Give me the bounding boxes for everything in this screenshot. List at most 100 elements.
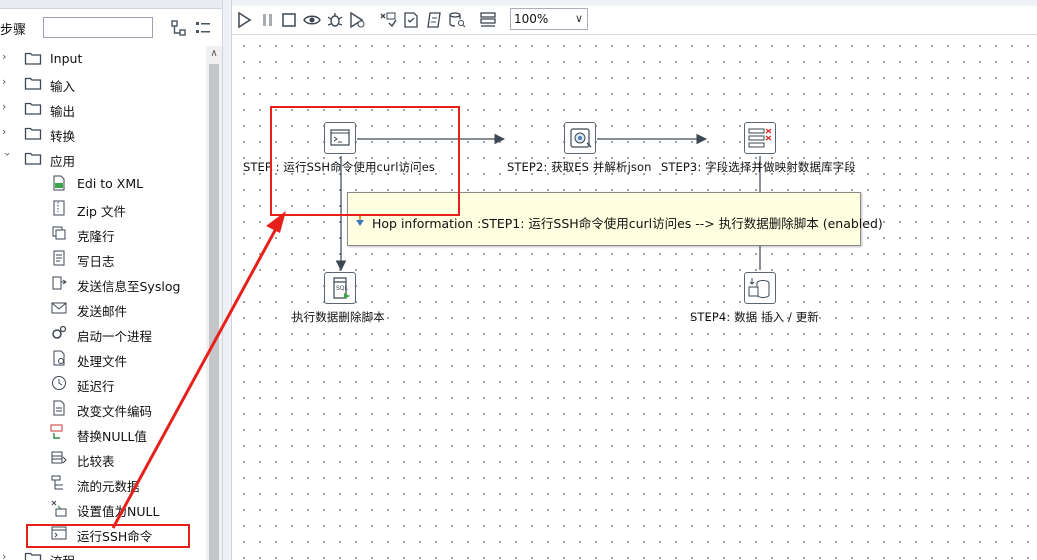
steps-label: 步骤 <box>0 23 27 38</box>
edi-xml-icon <box>50 174 68 192</box>
tree-step-compare-table[interactable]: 比较表 <box>0 447 205 469</box>
chevron-right-icon[interactable]: › <box>2 551 12 560</box>
chevron-right-icon[interactable]: › <box>2 51 12 63</box>
grid-layout-icon[interactable] <box>479 11 497 29</box>
annotation-highlight-box <box>270 106 460 216</box>
tree-label: 克隆行 <box>77 229 115 244</box>
tree-label: 转换 <box>50 129 76 144</box>
tree-step-syslog[interactable]: 发送信息至Syslog <box>0 272 205 294</box>
tree-step-set-null[interactable]: 设置值为NULL <box>0 497 205 519</box>
steps-panel: 步骤 › Input › 输入 › 输出 › 转换 › 应用 Edi to XM… <box>0 0 222 560</box>
clock-icon <box>50 374 68 392</box>
collapse-tree-icon[interactable] <box>170 19 188 37</box>
tree-label: Edi to XML <box>77 176 144 191</box>
verify-icon[interactable] <box>379 11 397 29</box>
sql-script-icon[interactable] <box>425 11 443 29</box>
process-file-icon <box>50 349 68 367</box>
tree-label: 流程 <box>50 551 75 560</box>
tree-label: 应用 <box>50 154 76 169</box>
tree-step-clone-row[interactable]: 克隆行 <box>0 222 205 244</box>
tree-step-send-mail[interactable]: 发送邮件 <box>0 297 205 319</box>
tree-step-write-log[interactable]: 写日志 <box>0 247 205 269</box>
tree-folder-input[interactable]: › Input <box>0 47 205 69</box>
zoom-select[interactable]: 100% ∨ <box>510 8 588 30</box>
tree-label: 输出 <box>50 104 76 119</box>
steps-tree: › Input › 输入 › 输出 › 转换 › 应用 Edi to XML Z… <box>0 46 205 560</box>
tree-label: Input <box>50 51 83 66</box>
panel-splitter[interactable] <box>222 0 232 560</box>
list-view-icon[interactable] <box>194 19 212 37</box>
sql-script-icon[interactable]: SQL <box>324 272 356 304</box>
debug-bug-icon[interactable] <box>326 11 344 29</box>
preview-eye-icon[interactable] <box>303 11 321 29</box>
select-values-icon[interactable] <box>744 122 776 154</box>
tree-label: 替换NULL值 <box>77 429 147 444</box>
chevron-right-icon[interactable]: › <box>2 76 12 88</box>
tree-folder-input-cn[interactable]: › 输入 <box>0 72 205 95</box>
steps-search-row: 步骤 <box>0 12 222 42</box>
tree-step-delay-row[interactable]: 延迟行 <box>0 372 205 394</box>
tree-folder-flow[interactable]: › 流程 <box>0 547 205 560</box>
replay-icon[interactable] <box>348 11 366 29</box>
folder-icon <box>24 124 42 142</box>
zoom-value: 100% <box>514 12 549 26</box>
tree-step-edi-to-xml[interactable]: Edi to XML <box>0 172 205 194</box>
folder-icon <box>24 74 42 92</box>
pause-icon[interactable] <box>259 11 277 29</box>
json-input-icon[interactable] <box>564 122 596 154</box>
chevron-right-icon[interactable]: › <box>2 101 12 113</box>
chevron-down-icon[interactable]: ∨ <box>575 12 583 25</box>
scrollbar-thumb[interactable] <box>209 64 219 560</box>
folder-icon <box>24 149 42 167</box>
tree-label: 设置值为NULL <box>77 504 160 519</box>
run-icon[interactable] <box>235 11 253 29</box>
folder-icon <box>24 99 42 117</box>
annotation-highlight-box-tree <box>26 524 190 548</box>
write-log-icon <box>50 249 68 267</box>
chevron-right-icon[interactable]: › <box>2 126 12 138</box>
tree-label: 比较表 <box>77 454 115 469</box>
tree-folder-application[interactable]: › 应用 <box>0 147 205 169</box>
tree-step-start-process[interactable]: 启动一个进程 <box>0 322 205 344</box>
impact-icon[interactable] <box>402 11 420 29</box>
chevron-down-icon[interactable]: › <box>1 152 14 162</box>
tree-folder-transform[interactable]: › 转换 <box>0 122 205 145</box>
steps-search-input[interactable] <box>43 17 153 38</box>
tree-label: 输入 <box>50 79 76 94</box>
set-null-icon <box>50 499 68 517</box>
tree-step-replace-null[interactable]: 替换NULL值 <box>0 422 205 444</box>
step-label: 执行数据删除脚本 <box>292 310 385 324</box>
zip-file-icon <box>50 199 68 217</box>
replace-null-icon <box>50 424 68 442</box>
insert-update-icon[interactable] <box>744 272 776 304</box>
stop-icon[interactable] <box>280 11 298 29</box>
tree-label: Zip 文件 <box>77 204 126 219</box>
folder-icon <box>24 49 42 67</box>
clone-row-icon <box>50 224 68 242</box>
step-label: STEP2: 获取ES 并解析json <box>507 160 652 174</box>
step-label: STEP3: 字段选择并做映射数据库字段 <box>661 160 856 174</box>
tree-step-change-encoding[interactable]: 改变文件编码 <box>0 397 205 419</box>
tree-label: 改变文件编码 <box>77 404 153 419</box>
mail-icon <box>50 299 68 317</box>
syslog-icon <box>50 274 68 292</box>
tree-scrollbar[interactable]: ∧ <box>206 46 222 560</box>
canvas-toolbar: 100% ∨ <box>232 6 1037 35</box>
file-encoding-icon <box>50 399 68 417</box>
scroll-up-icon[interactable]: ∧ <box>206 48 222 60</box>
tree-label: 启动一个进程 <box>77 329 153 344</box>
tree-step-process-file[interactable]: 处理文件 <box>0 347 205 369</box>
tree-step-zip-file[interactable]: Zip 文件 <box>0 197 205 219</box>
tree-label: 发送信息至Syslog <box>77 279 181 294</box>
panel-tab-strip <box>0 0 222 9</box>
svg-text:SQL: SQL <box>336 285 349 292</box>
tree-label: 写日志 <box>77 254 115 269</box>
tree-label: 延迟行 <box>77 379 115 394</box>
tree-step-stream-metadata[interactable]: 流的元数据 <box>0 472 205 494</box>
folder-icon <box>24 549 42 560</box>
explore-db-icon[interactable] <box>448 11 466 29</box>
stream-metadata-icon <box>50 474 68 492</box>
tree-folder-output[interactable]: › 输出 <box>0 97 205 120</box>
tree-label: 发送邮件 <box>77 304 128 319</box>
step-label: STEP4: 数据 插入 / 更新 <box>690 310 819 324</box>
